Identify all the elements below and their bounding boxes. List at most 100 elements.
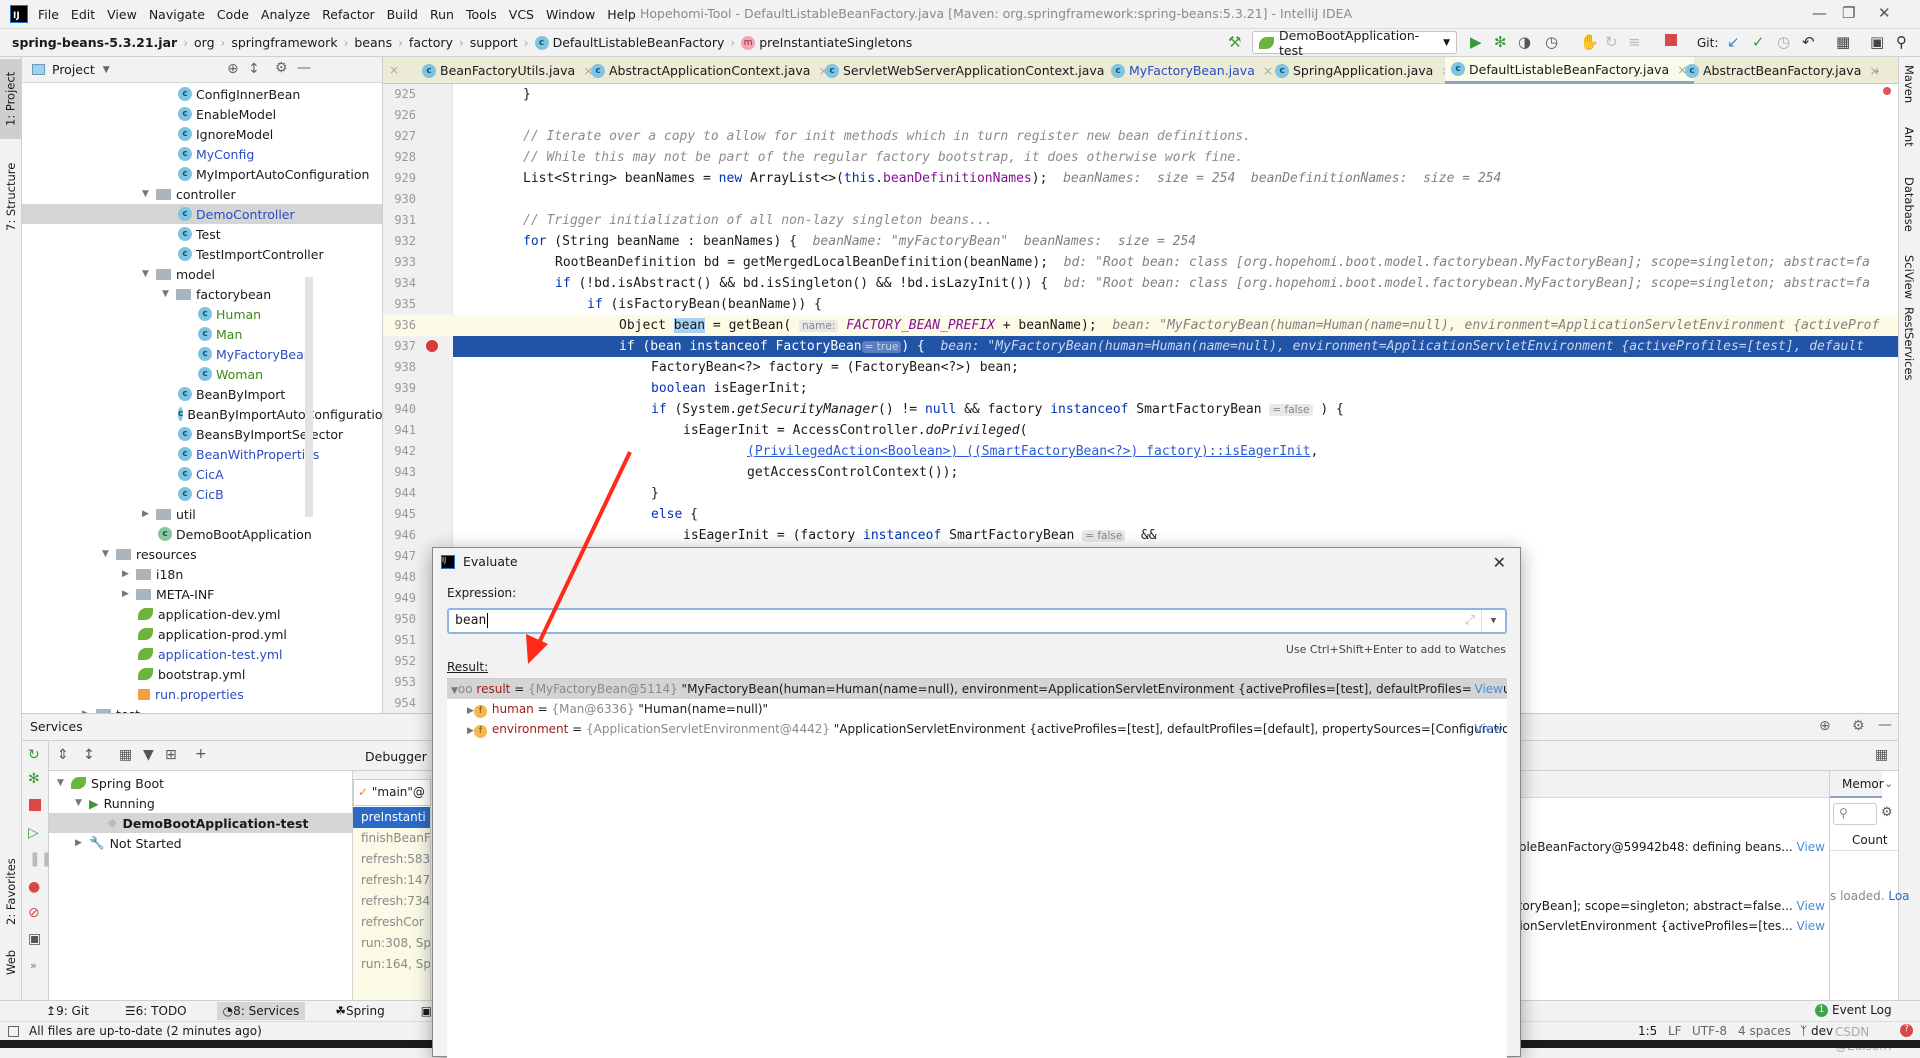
more-icon[interactable]: » bbox=[30, 959, 37, 972]
view-link[interactable]: View bbox=[1793, 840, 1825, 854]
tab-springapplication[interactable]: cSpringApplication.java× bbox=[1269, 57, 1458, 84]
add-service-icon[interactable]: + bbox=[195, 746, 207, 762]
tree-item[interactable]: ▶ i18n bbox=[22, 564, 382, 584]
tool-tab-services[interactable]: ◔ 8: Services bbox=[216, 1002, 306, 1020]
expression-input[interactable]: bean ⤢ ▼ bbox=[447, 608, 1507, 634]
hide-icon[interactable]: — bbox=[1878, 717, 1892, 733]
tree-item[interactable]: c MyFactoryBean bbox=[22, 344, 382, 364]
service-item[interactable]: ▶ 🔧 Not Started bbox=[49, 833, 352, 853]
tree-item[interactable]: c BeanByImport bbox=[22, 384, 382, 404]
menu-view[interactable]: View bbox=[107, 7, 137, 22]
collapsed-arrow-icon[interactable]: ▶ bbox=[142, 509, 156, 519]
expanded-arrow-icon[interactable]: ▼ bbox=[102, 549, 116, 559]
filter-icon[interactable]: ▼ bbox=[143, 747, 154, 763]
view-link[interactable]: View bbox=[1471, 719, 1503, 739]
tool-ant[interactable]: Ant bbox=[1902, 127, 1916, 147]
close-window-icon[interactable]: ✕ bbox=[1878, 4, 1891, 22]
code-line[interactable]: 942 (PrivilegedAction<Boolean>) ((SmartFa… bbox=[383, 441, 1898, 462]
breadcrumb-item[interactable]: c DefaultListableBeanFactory bbox=[534, 35, 724, 50]
expanded-arrow-icon[interactable]: ▼ bbox=[142, 189, 156, 199]
collapse-all-icon[interactable]: ↕ bbox=[248, 61, 260, 77]
code-line[interactable]: 930 bbox=[383, 189, 1898, 210]
code-line[interactable]: 926 bbox=[383, 105, 1898, 126]
locate-icon[interactable]: ⊕ bbox=[1819, 718, 1831, 734]
code-line[interactable]: 934 if (!bd.isAbstract() && bd.isSingleto… bbox=[383, 273, 1898, 294]
profile-icon[interactable]: ◷ bbox=[1545, 33, 1558, 51]
breadcrumb-item[interactable]: springframework bbox=[231, 35, 337, 50]
tool-restservices[interactable]: RestServices bbox=[1902, 307, 1916, 381]
code-line[interactable]: 943 getAccessControlContext()); bbox=[383, 462, 1898, 483]
stop-icon[interactable] bbox=[1665, 34, 1677, 46]
thread-select[interactable]: ✓ "main"@ bbox=[353, 779, 431, 806]
expanded-arrow-icon[interactable]: ▼ bbox=[57, 778, 71, 788]
stack-frame[interactable]: refresh:734 bbox=[353, 891, 430, 912]
view-breakpoints-icon[interactable]: ● bbox=[28, 879, 40, 895]
tab-myfactorybean[interactable]: c MyFactoryBean.java × bbox=[1105, 57, 1279, 84]
tree-item[interactable]: ▼ model bbox=[22, 264, 382, 284]
collapsed-arrow-icon[interactable]: ▶ bbox=[467, 706, 474, 716]
tree-item[interactable]: ▶test bbox=[22, 704, 382, 713]
count-column-header[interactable]: Count bbox=[1830, 829, 1899, 851]
tree-item[interactable]: c CicA bbox=[22, 464, 382, 484]
tool-tab-todo[interactable]: ☰ 6: TODO bbox=[119, 1002, 193, 1020]
rerun-icon[interactable]: ↻ bbox=[28, 747, 40, 763]
stack-frame[interactable]: run:308, Sp bbox=[353, 933, 430, 954]
result-row[interactable]: ▶ f human = {Man@6336} "Human(name=null)" bbox=[447, 699, 1507, 719]
view-link[interactable]: View bbox=[1793, 899, 1825, 913]
tree-item[interactable]: c MyConfig bbox=[22, 144, 382, 164]
menu-tools[interactable]: Tools bbox=[466, 7, 497, 22]
code-line[interactable]: 936 Object bean = getBean( name: FACTORY_… bbox=[383, 315, 1898, 336]
tree-item[interactable]: ▼ controller bbox=[22, 184, 382, 204]
code-line[interactable]: 937 if (bean instanceof FactoryBean = true… bbox=[383, 336, 1898, 357]
hide-icon[interactable]: — bbox=[297, 60, 311, 76]
tree-item[interactable]: application-dev.yml bbox=[22, 604, 382, 624]
tree-item[interactable]: c TestImportController bbox=[22, 244, 382, 264]
attach-icon[interactable]: ✋ bbox=[1580, 33, 1599, 51]
tool-maven[interactable]: Maven bbox=[1902, 65, 1916, 103]
tree-item[interactable]: c Woman bbox=[22, 364, 382, 384]
service-item[interactable]: ✵ DemoBootApplication-test bbox=[49, 813, 352, 833]
close-icon[interactable]: × bbox=[389, 63, 399, 77]
menu-refactor[interactable]: Refactor bbox=[322, 7, 374, 22]
history-dropdown-icon[interactable]: ▼ bbox=[1481, 610, 1505, 632]
tool-tab-git[interactable]: ↥ 9: Git bbox=[40, 1002, 95, 1020]
tree-item[interactable]: c DemoBootApplication bbox=[22, 524, 382, 544]
expanded-arrow-icon[interactable]: ▼ bbox=[142, 269, 156, 279]
tree-item[interactable]: c BeanByImportAutoConfiguration bbox=[22, 404, 382, 424]
tool-sciview[interactable]: SciView bbox=[1902, 255, 1916, 299]
run-icon[interactable]: ▶ bbox=[1470, 33, 1482, 51]
tree-item[interactable]: application-prod.yml bbox=[22, 624, 382, 644]
tool-database[interactable]: Database bbox=[1902, 177, 1916, 232]
resume-icon[interactable]: ▷ bbox=[28, 825, 39, 841]
breadcrumb-item[interactable]: factory bbox=[409, 35, 453, 50]
web-tool-button[interactable]: Web bbox=[2, 937, 20, 987]
stack-frame[interactable]: preInstanti bbox=[353, 807, 430, 828]
tab-defaultlistablebeanfactory[interactable]: c DefaultListableBeanFactory.java × bbox=[1445, 57, 1694, 84]
structure-tool-button[interactable]: 7: Structure bbox=[2, 149, 20, 244]
code-line[interactable]: 944} bbox=[383, 483, 1898, 504]
code-line[interactable]: 940 if (System.getSecurityManager() != nu… bbox=[383, 399, 1898, 420]
project-structure-icon[interactable]: ▦ bbox=[1836, 33, 1850, 51]
service-item[interactable]: ▼ Spring Boot bbox=[49, 773, 352, 793]
chevron-down-icon[interactable]: ⌄ bbox=[1884, 777, 1893, 790]
minimize-icon[interactable]: — bbox=[1812, 4, 1827, 22]
code-line[interactable]: 925} bbox=[383, 84, 1898, 105]
code-line[interactable]: 938 FactoryBean<?> factory = (FactoryBean… bbox=[383, 357, 1898, 378]
locate-icon[interactable]: ⊕ bbox=[227, 61, 239, 77]
mute-breakpoints-icon[interactable]: ⊘ bbox=[28, 905, 40, 921]
menu-edit[interactable]: Edit bbox=[71, 7, 95, 22]
tab-servletwebserverapplicationcontext[interactable]: c ServletWebServerApplicationContext.java… bbox=[819, 57, 1129, 84]
stack-frame[interactable]: refresh:147 bbox=[353, 870, 430, 891]
tree-item[interactable]: c Test bbox=[22, 224, 382, 244]
tree-item[interactable]: run.properties bbox=[22, 684, 382, 704]
coverage-icon[interactable]: ◑ bbox=[1518, 33, 1531, 51]
tool-tab-spring[interactable]: ☘ Spring bbox=[329, 1002, 391, 1020]
code-line[interactable]: 931 // Trigger initialization of all non-… bbox=[383, 210, 1898, 231]
group-by-icon[interactable]: ▦ bbox=[119, 747, 132, 763]
memory-search-input[interactable]: ⚲ bbox=[1833, 803, 1877, 825]
code-line[interactable]: 927 // Iterate over a copy to allow for i… bbox=[383, 126, 1898, 147]
debug-icon[interactable]: ✻ bbox=[1494, 33, 1507, 51]
menu-navigate[interactable]: Navigate bbox=[149, 7, 205, 22]
status-toggle-icon[interactable] bbox=[8, 1025, 19, 1037]
tree-item[interactable]: ▶ META-INF bbox=[22, 584, 382, 604]
